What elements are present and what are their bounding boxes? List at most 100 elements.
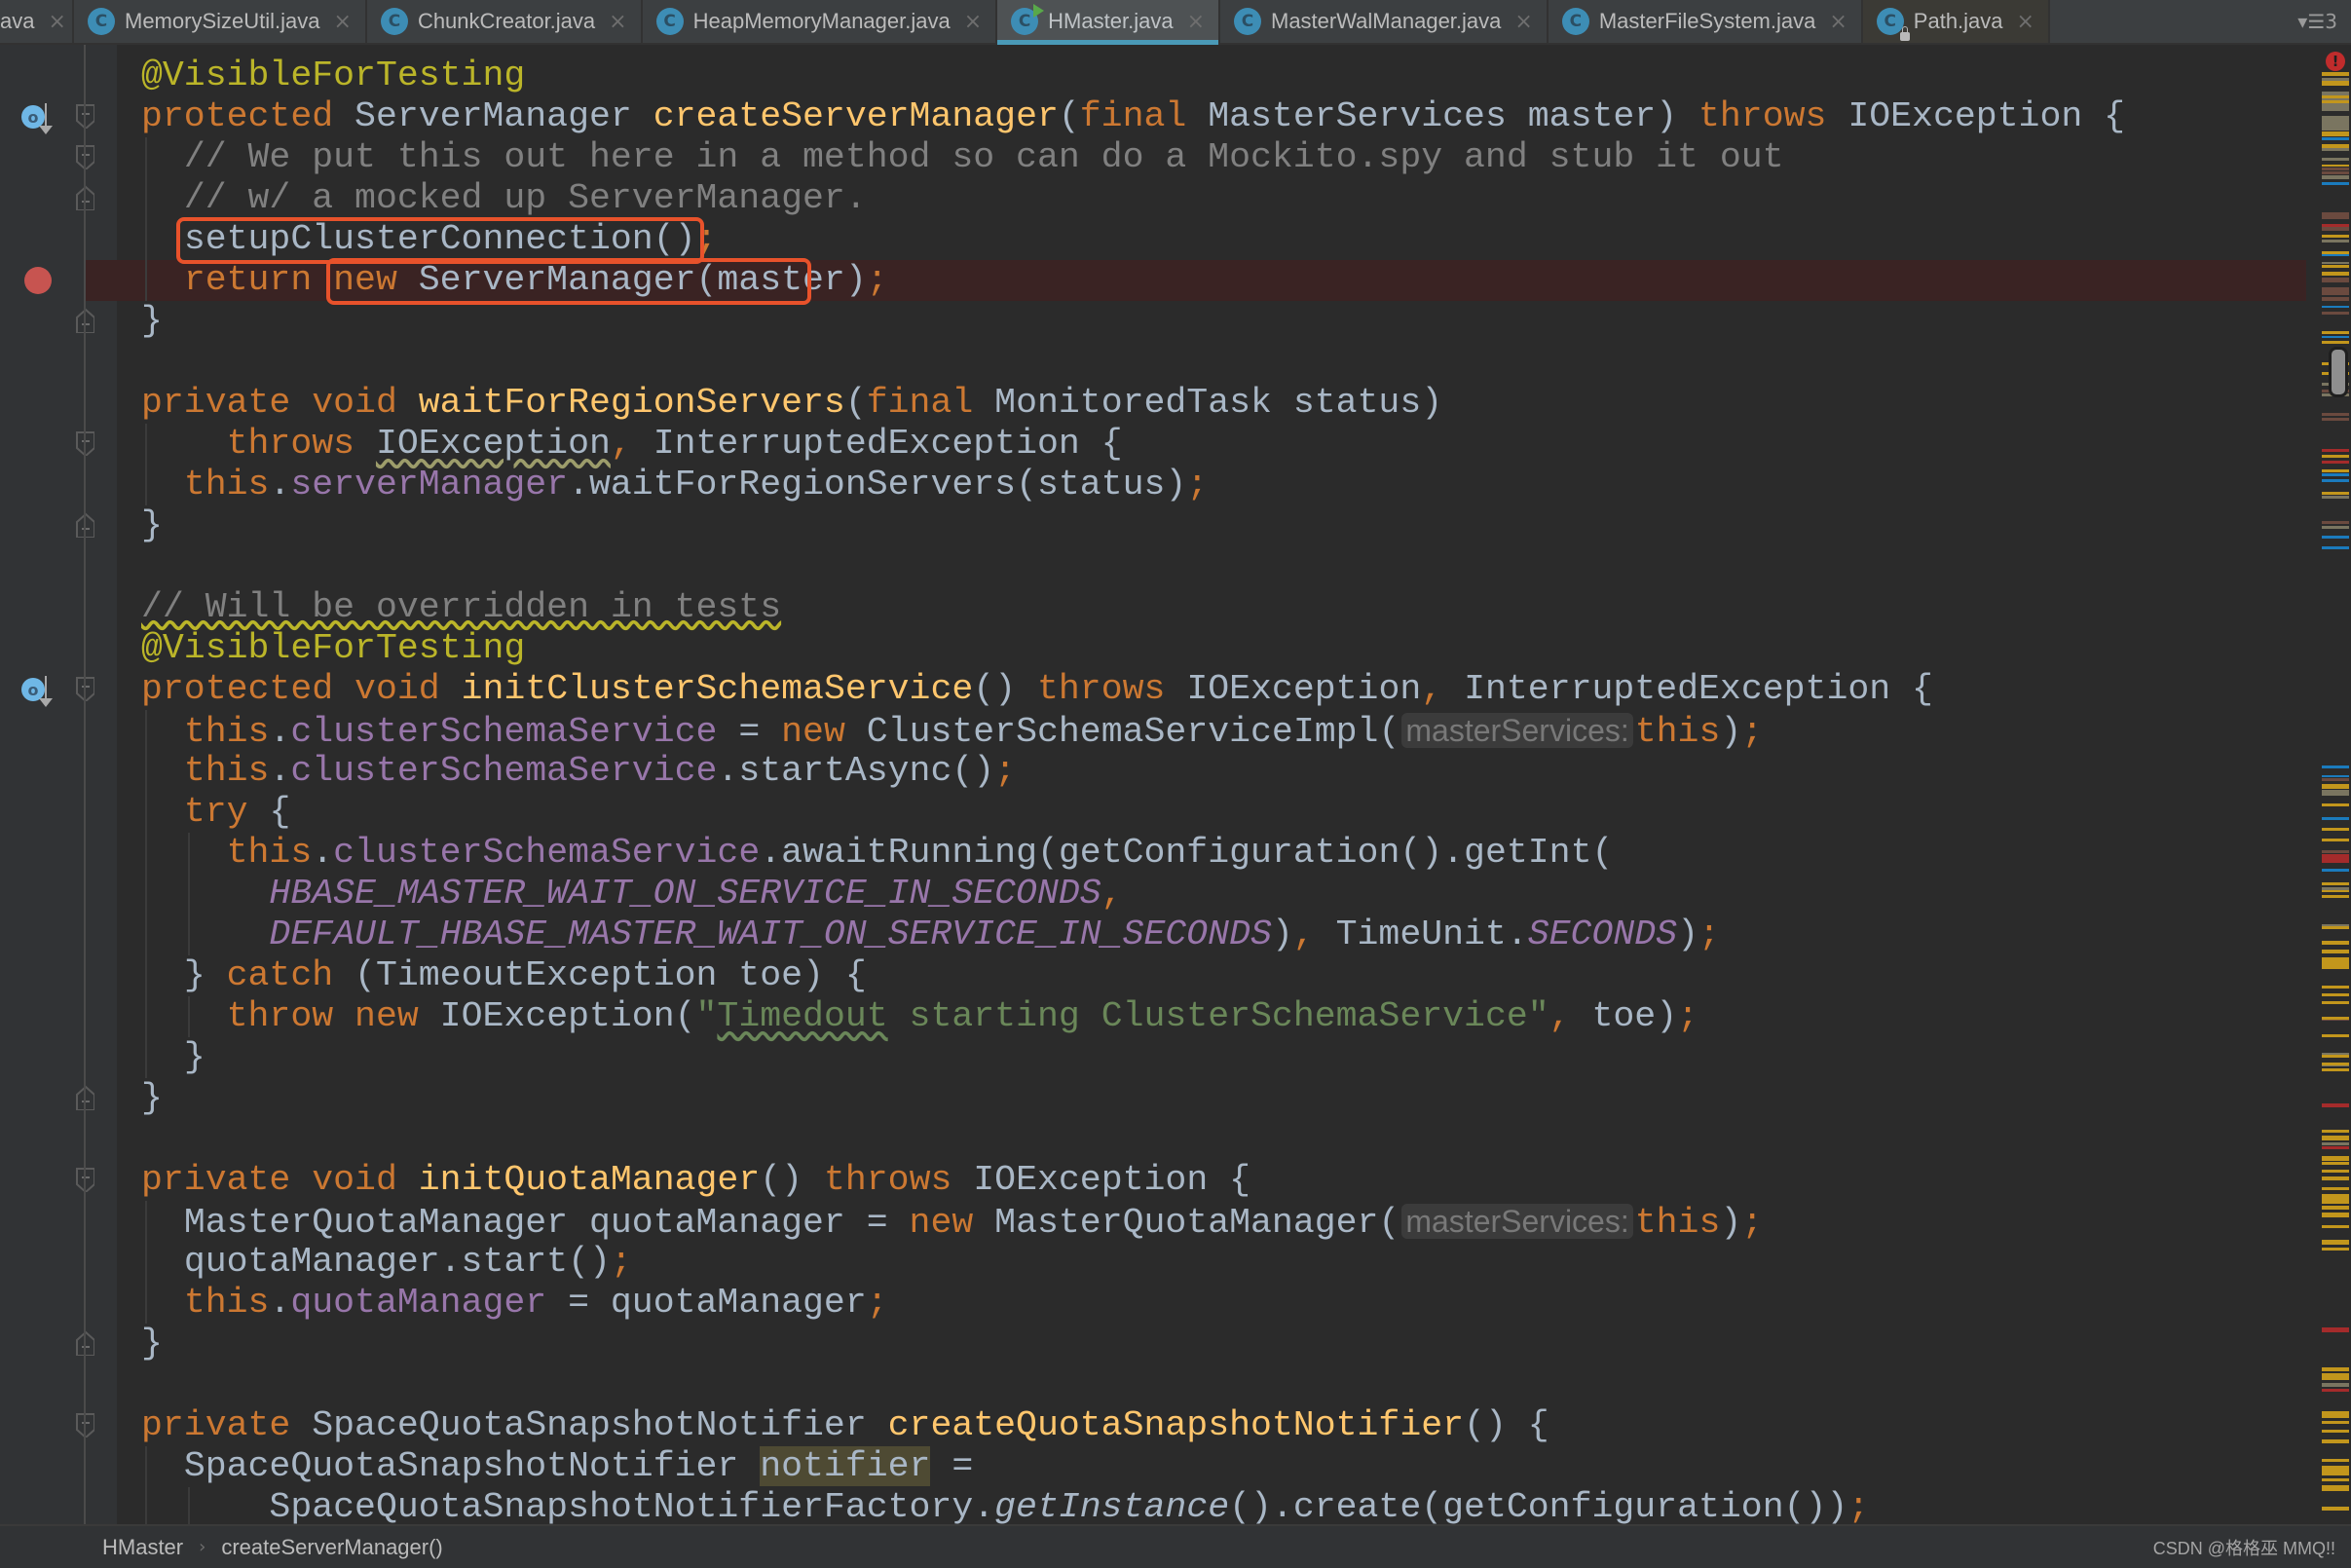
- inspection-marker[interactable]: [2322, 312, 2349, 315]
- close-icon[interactable]: ×: [48, 10, 65, 34]
- code-line[interactable]: this.clusterSchemaService = new ClusterS…: [117, 710, 2306, 752]
- code-line[interactable]: }: [117, 1037, 2306, 1078]
- inspection-marker[interactable]: [2322, 116, 2349, 131]
- inspection-marker[interactable]: [2322, 81, 2349, 86]
- code-editor[interactable]: @VisibleForTesting protected ServerManage…: [117, 45, 2306, 1524]
- inspection-marker[interactable]: [2322, 1162, 2349, 1165]
- code-line[interactable]: [117, 1364, 2306, 1405]
- inspection-marker[interactable]: [2322, 1170, 2349, 1173]
- tab-overflow-button[interactable]: ▾☰ 3: [2297, 0, 2337, 43]
- code-line[interactable]: this.serverManager.waitForRegionServers(…: [117, 465, 2306, 505]
- inspection-marker[interactable]: [2322, 986, 2349, 989]
- inspection-marker[interactable]: [2322, 1187, 2349, 1190]
- vertical-scrollbar-thumb[interactable]: [2329, 347, 2348, 397]
- inspection-marker[interactable]: [2322, 536, 2349, 539]
- code-line[interactable]: // We put this out here in a method so c…: [117, 137, 2306, 178]
- inspection-marker[interactable]: [2322, 546, 2349, 549]
- code-line[interactable]: this.quotaManager = quotaManager;: [117, 1283, 2306, 1324]
- inspection-marker[interactable]: [2322, 212, 2349, 219]
- inspection-marker[interactable]: [2322, 882, 2349, 885]
- inspection-marker[interactable]: [2322, 449, 2349, 452]
- code-line[interactable]: this.clusterSchemaService.startAsync();: [117, 751, 2306, 792]
- code-line[interactable]: [117, 1119, 2306, 1160]
- inspection-marker[interactable]: [2322, 1383, 2349, 1387]
- inspection-marker[interactable]: [2322, 171, 2349, 174]
- inspection-marker[interactable]: [2322, 100, 2349, 103]
- code-line[interactable]: throw new IOException("Timedout starting…: [117, 996, 2306, 1037]
- tab-masterwalmanager-java[interactable]: C MasterWalManager.java ×: [1220, 0, 1549, 43]
- code-line[interactable]: }: [117, 301, 2306, 342]
- tab-chunkcreator-java[interactable]: C ChunkCreator.java ×: [367, 0, 643, 43]
- inspection-marker[interactable]: [2322, 1130, 2349, 1133]
- inspection-marker[interactable]: [2322, 306, 2349, 308]
- inspection-marker[interactable]: [2322, 496, 2349, 499]
- code-line[interactable]: @VisibleForTesting: [117, 628, 2306, 669]
- inspection-marker[interactable]: [2322, 254, 2349, 256]
- inspection-marker[interactable]: [2322, 265, 2349, 268]
- inspection-marker[interactable]: [2322, 287, 2349, 295]
- code-line[interactable]: }: [117, 1078, 2306, 1119]
- code-line[interactable]: throws IOException, InterruptedException…: [117, 424, 2306, 465]
- inspection-marker[interactable]: [2322, 95, 2349, 98]
- inspection-marker[interactable]: [2322, 331, 2349, 334]
- inspection-marker[interactable]: [2322, 1103, 2349, 1107]
- code-line[interactable]: // w/ a mocked up ServerManager.: [117, 178, 2306, 219]
- inspection-marker[interactable]: [2322, 240, 2349, 243]
- error-indicator-icon[interactable]: !: [2326, 52, 2345, 71]
- tab-path-java[interactable]: C Path.java ×: [1862, 0, 2050, 43]
- tab-heapmemorymanager-java[interactable]: C HeapMemoryManager.java ×: [643, 0, 998, 43]
- inspection-marker[interactable]: [2322, 148, 2349, 151]
- inspection-marker[interactable]: [2322, 895, 2349, 898]
- inspection-marker[interactable]: [2322, 1389, 2349, 1392]
- inspection-marker[interactable]: [2322, 1225, 2349, 1228]
- close-icon[interactable]: ×: [1187, 10, 1205, 34]
- breadcrumb-item-method[interactable]: createServerManager(): [221, 1535, 442, 1560]
- inspection-marker[interactable]: [2322, 1065, 2349, 1066]
- code-line[interactable]: try {: [117, 792, 2306, 833]
- close-icon[interactable]: ×: [1829, 10, 1847, 34]
- code-line[interactable]: this.clusterSchemaService.awaitRunning(g…: [117, 833, 2306, 874]
- close-icon[interactable]: ×: [1514, 10, 1532, 34]
- inspection-marker[interactable]: [2322, 775, 2349, 777]
- inspection-marker[interactable]: [2322, 1478, 2349, 1481]
- inspection-marker[interactable]: [2322, 817, 2349, 820]
- inspection-marker[interactable]: [2322, 341, 2349, 344]
- inspection-marker[interactable]: [2322, 1194, 2349, 1204]
- inspection-marker[interactable]: [2322, 168, 2349, 170]
- code-line[interactable]: }: [117, 1324, 2306, 1364]
- inspection-marker[interactable]: [2322, 131, 2349, 136]
- inspection-marker[interactable]: [2322, 803, 2349, 806]
- inspection-marker[interactable]: [2322, 784, 2349, 789]
- inspection-marker[interactable]: [2322, 182, 2349, 185]
- inspection-marker[interactable]: [2322, 278, 2349, 282]
- code-line[interactable]: }: [117, 505, 2306, 546]
- inspection-marker[interactable]: [2322, 521, 2349, 524]
- inspection-marker[interactable]: [2322, 828, 2349, 831]
- inspection-marker[interactable]: [2322, 1485, 2349, 1491]
- code-line[interactable]: private void waitForRegionServers(final …: [117, 383, 2306, 424]
- inspection-marker[interactable]: [2322, 336, 2349, 338]
- inspection-marker[interactable]: [2322, 1507, 2349, 1511]
- breadcrumb-item-class[interactable]: HMaster: [102, 1535, 183, 1560]
- inspection-marker[interactable]: [2322, 413, 2349, 416]
- inspection-marker[interactable]: [2322, 1421, 2349, 1424]
- inspection-marker[interactable]: [2322, 72, 2349, 76]
- inspection-marker[interactable]: [2322, 235, 2349, 238]
- inspection-marker[interactable]: [2322, 1146, 2349, 1149]
- inspection-marker[interactable]: [2322, 1248, 2349, 1251]
- inspection-marker[interactable]: [2322, 926, 2349, 929]
- code-line[interactable]: [117, 546, 2306, 587]
- inspection-marker[interactable]: [2322, 950, 2349, 953]
- inspection-marker[interactable]: [2322, 854, 2349, 863]
- inspection-marker[interactable]: [2322, 957, 2349, 969]
- code-line[interactable]: private SpaceQuotaSnapshotNotifier creat…: [117, 1405, 2306, 1446]
- inspection-marker[interactable]: [2322, 1213, 2349, 1217]
- inspection-marker[interactable]: [2322, 1055, 2349, 1058]
- inspection-marker[interactable]: [2322, 790, 2349, 796]
- inspection-marker[interactable]: [2322, 941, 2349, 945]
- code-line[interactable]: } catch (TimeoutException toe) {: [117, 955, 2306, 996]
- inspection-marker[interactable]: [2322, 1142, 2349, 1145]
- inspection-marker[interactable]: [2322, 1176, 2349, 1180]
- inspection-marker[interactable]: [2322, 1327, 2349, 1332]
- error-stripe[interactable]: [2306, 45, 2351, 1543]
